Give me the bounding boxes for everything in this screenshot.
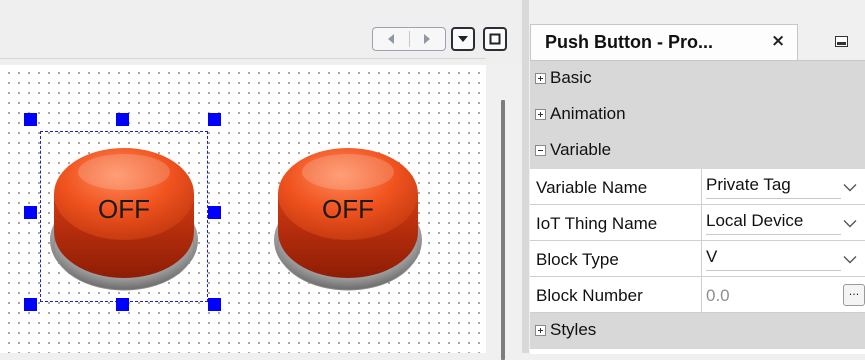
resize-handle-bottom[interactable] (116, 298, 129, 311)
property-row-block-type: Block Type V (530, 241, 865, 277)
category-label: Animation (550, 104, 626, 123)
property-name-cell: Block Type (530, 241, 702, 277)
selection-frame (40, 131, 208, 302)
previous-page-button[interactable] (375, 30, 407, 48)
resize-handle-left[interactable] (24, 206, 37, 219)
properties-panel: Push Button - Pro... × Basic Animation V… (522, 0, 865, 354)
triangle-down-icon (458, 36, 468, 42)
push-button-label: OFF (322, 194, 374, 224)
scrollbar-thumb[interactable] (501, 100, 505, 360)
chevron-down-icon[interactable] (843, 183, 857, 192)
property-value: V (706, 247, 718, 266)
property-value: 0.0 (706, 286, 730, 305)
collapse-icon[interactable] (535, 145, 546, 156)
category-basic[interactable]: Basic (530, 61, 865, 97)
page-navigation (372, 27, 446, 51)
variable-name-dropdown[interactable]: Private Tag (702, 169, 865, 205)
property-name-cell: IoT Thing Name (530, 205, 702, 241)
category-label: Basic (550, 68, 592, 87)
value-underline (706, 198, 841, 199)
iot-thing-name-dropdown[interactable]: Local Device (702, 205, 865, 241)
next-page-button[interactable] (411, 30, 443, 48)
triangle-right-icon (424, 34, 430, 44)
value-underline (706, 234, 841, 235)
nav-divider (409, 31, 410, 47)
block-number-field[interactable]: 0.0 ... (702, 277, 865, 313)
property-name-cell: Block Number (530, 277, 702, 313)
property-name-cell: Variable Name (530, 169, 702, 205)
triangle-left-icon (388, 34, 394, 44)
resize-handle-bottom-right[interactable] (208, 298, 221, 311)
property-name: IoT Thing Name (536, 214, 658, 233)
design-canvas-panel: OFF OFF (0, 0, 522, 360)
expand-icon[interactable] (535, 73, 546, 84)
tab-push-button-properties[interactable]: Push Button - Pro... × (530, 24, 798, 60)
resize-handle-top-right[interactable] (208, 113, 221, 126)
canvas-top-border (0, 58, 486, 59)
category-label: Variable (550, 140, 612, 159)
expand-icon[interactable] (535, 109, 546, 120)
resize-handle-top-left[interactable] (24, 113, 37, 126)
property-grid: Basic Animation Variable Variable Name P… (530, 60, 865, 354)
category-styles[interactable]: Styles (530, 313, 865, 349)
category-variable[interactable]: Variable (530, 133, 865, 169)
close-icon[interactable]: × (771, 31, 785, 51)
page-list-dropdown-button[interactable] (451, 27, 475, 51)
block-type-dropdown[interactable]: V (702, 241, 865, 277)
ellipsis-button[interactable]: ... (843, 284, 865, 306)
property-row-iot-thing-name: IoT Thing Name Local Device (530, 205, 865, 241)
property-name: Block Type (536, 250, 619, 269)
property-value: Private Tag (706, 175, 791, 194)
tab-title: Push Button - Pro... (545, 32, 713, 52)
property-row-block-number: Block Number 0.0 ... (530, 277, 865, 313)
property-name: Block Number (536, 286, 643, 305)
category-label: Styles (550, 320, 597, 339)
resize-handle-top[interactable] (116, 113, 129, 126)
resize-handle-bottom-left[interactable] (24, 298, 37, 311)
canvas-vertical-scrollbar[interactable] (486, 65, 522, 360)
property-value: Local Device (706, 211, 804, 230)
canvas-toolbar (0, 0, 522, 58)
property-name: Variable Name (536, 178, 648, 197)
chevron-down-icon[interactable] (843, 255, 857, 264)
panel-splitter[interactable] (522, 0, 529, 353)
value-underline (706, 270, 841, 271)
expand-icon[interactable] (535, 325, 546, 336)
restore-window-button[interactable] (483, 27, 507, 51)
resize-handle-right[interactable] (208, 206, 221, 219)
chevron-down-icon[interactable] (843, 219, 857, 228)
square-icon (489, 33, 501, 45)
property-row-variable-name: Variable Name Private Tag (530, 169, 865, 205)
push-button-widget[interactable]: OFF (262, 128, 434, 300)
window-position-button[interactable] (835, 36, 848, 47)
category-animation[interactable]: Animation (530, 97, 865, 133)
